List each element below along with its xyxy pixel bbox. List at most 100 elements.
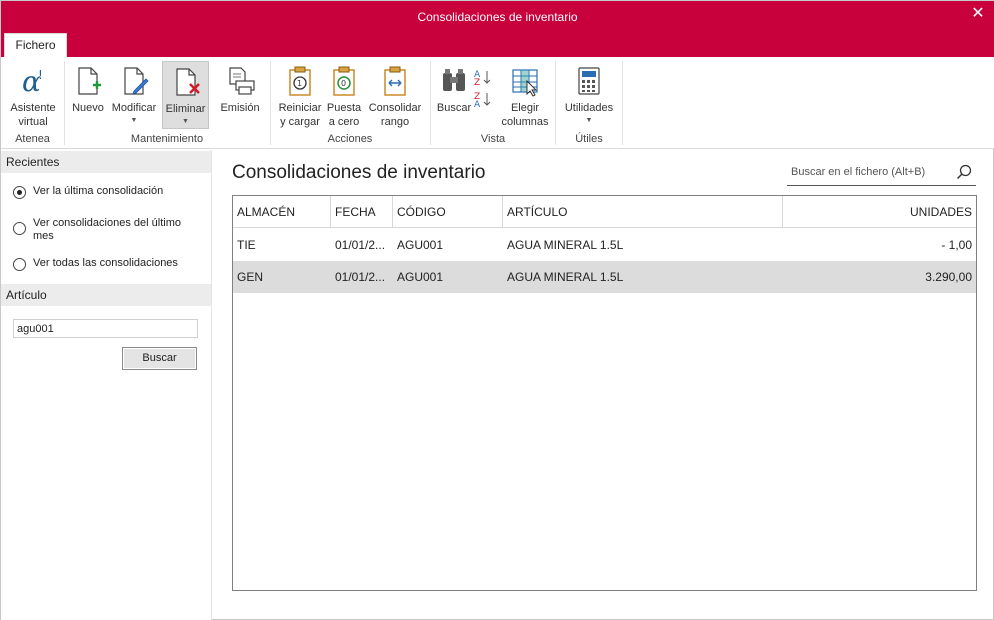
column-header-codigo[interactable]: CÓDIGO: [393, 196, 503, 228]
buscar-ribbon-label: Buscar: [436, 102, 472, 114]
emision-button[interactable]: Emisión: [217, 61, 263, 129]
clipboard-range-icon: [384, 66, 406, 96]
utilidades-button[interactable]: Utilidades ▼: [560, 61, 618, 129]
puesta-label-1: Puesta: [326, 102, 362, 114]
recientes-header: Recientes: [1, 151, 211, 173]
reiniciar-label-2: y cargar: [280, 116, 320, 128]
table-row[interactable]: GEN 01/01/2... AGU001 AGUA MINERAL 1.5L …: [233, 261, 976, 293]
ribbon-group-vista: Buscar A Z Z A Elegir columnas Vista: [431, 59, 555, 147]
table-row[interactable]: TIE 01/01/2... AGU001 AGUA MINERAL 1.5L …: [233, 229, 976, 261]
ribbon-group-mantenimiento: Nuevo Modificar ▼ Eliminar ▼ Emisión Man…: [65, 59, 269, 147]
eliminar-label: Eliminar: [165, 103, 206, 115]
asistente-virtual-button[interactable]: α ! Asistente virtual: [5, 61, 61, 129]
calculator-icon: [578, 67, 600, 95]
search-input[interactable]: [791, 164, 941, 180]
svg-text:1: 1: [297, 79, 302, 88]
elegir-label-2: columnas: [501, 116, 549, 128]
cell-almacen: TIE: [237, 238, 256, 252]
ribbon-group-acciones: 1 Reiniciar y cargar 0 Puesta a cero Con…: [271, 59, 429, 147]
printer-icon: [229, 67, 255, 95]
clipboard-reset-icon: 0: [333, 66, 355, 96]
page-title: Consolidaciones de inventario: [232, 162, 486, 183]
utilidades-label: Utilidades: [564, 102, 614, 114]
columns-icon: [512, 69, 538, 97]
ribbon: α ! Asistente virtual Atenea Nuevo Modif…: [1, 57, 994, 149]
window-title: Consolidaciones de inventario: [417, 10, 578, 24]
search-icon[interactable]: [956, 164, 972, 180]
radio-button[interactable]: [13, 258, 26, 271]
group-label-atenea: Atenea: [15, 133, 50, 145]
consolidar-label-1: Consolidar: [368, 102, 422, 114]
group-label-utiles: Útiles: [575, 133, 603, 145]
main-content: Consolidaciones de inventario ALMACÉN FE…: [213, 150, 994, 620]
eliminar-button[interactable]: Eliminar ▼: [162, 61, 209, 129]
consolidar-rango-button[interactable]: Consolidar rango: [365, 61, 425, 129]
ribbon-tabs: Fichero: [1, 33, 994, 57]
column-header-fecha[interactable]: FECHA: [331, 196, 393, 228]
radio-button[interactable]: [13, 222, 26, 235]
buscar-button[interactable]: Buscar: [122, 347, 197, 370]
close-icon[interactable]: ✕: [970, 6, 986, 22]
edit-document-icon: [124, 67, 149, 95]
puesta-label-2: a cero: [328, 116, 360, 128]
chevron-down-icon: ▼: [585, 117, 593, 124]
reiniciar-label-1: Reiniciar: [278, 102, 322, 114]
buscar-ribbon-button[interactable]: Buscar: [435, 61, 473, 129]
cell-articulo: AGUA MINERAL 1.5L: [507, 270, 624, 284]
ribbon-group-utiles: Utilidades ▼ Útiles: [556, 59, 622, 147]
emision-label: Emisión: [220, 102, 260, 114]
data-grid[interactable]: ALMACÉN FECHA CÓDIGO ARTÍCULO UNIDADES T…: [232, 195, 977, 591]
grid-header: ALMACÉN FECHA CÓDIGO ARTÍCULO UNIDADES: [233, 196, 976, 228]
consolidar-label-2: rango: [380, 116, 410, 128]
cell-almacen: GEN: [237, 270, 264, 284]
nuevo-button[interactable]: Nuevo: [69, 61, 107, 129]
filter-panel: Recientes Ver la última consolidación Ve…: [1, 150, 212, 620]
svg-text:!: !: [38, 68, 43, 82]
cell-fecha: 01/01/2...: [335, 238, 386, 252]
option-label: Ver la última consolidación: [33, 185, 164, 197]
ribbon-group-atenea: α ! Asistente virtual Atenea: [1, 59, 64, 147]
cell-fecha: 01/01/2...: [335, 270, 386, 284]
column-header-articulo[interactable]: ARTÍCULO: [503, 196, 783, 228]
cell-unidades: - 1,00: [941, 238, 972, 252]
app-window: Consolidaciones de inventario ✕ Fichero …: [0, 0, 994, 620]
title-bar: Consolidaciones de inventario ✕: [1, 1, 994, 33]
search-box[interactable]: [787, 159, 976, 186]
reiniciar-cargar-button[interactable]: 1 Reiniciar y cargar: [274, 61, 326, 129]
option-label: Ver todas las consolidaciones: [33, 257, 178, 269]
cell-unidades: 3.290,00: [925, 270, 972, 284]
chevron-down-icon: ▼: [130, 117, 138, 124]
svg-text:A: A: [474, 100, 481, 109]
cell-articulo: AGUA MINERAL 1.5L: [507, 238, 624, 252]
ribbon-separator: [622, 61, 623, 145]
new-document-icon: [78, 67, 101, 95]
column-header-almacen[interactable]: ALMACÉN: [233, 196, 331, 228]
asistente-label-2: virtual: [18, 116, 48, 128]
group-label-vista: Vista: [480, 133, 506, 145]
radio-button[interactable]: [13, 186, 26, 199]
modificar-button[interactable]: Modificar ▼: [109, 61, 159, 129]
nuevo-label: Nuevo: [72, 102, 104, 114]
group-label-acciones: Acciones: [327, 133, 373, 145]
column-header-unidades[interactable]: UNIDADES: [783, 196, 976, 228]
option-label: Ver consolidaciones del último mes: [33, 217, 181, 242]
sort-az-icon: A Z Z A: [474, 70, 491, 110]
svg-text:Z: Z: [474, 78, 480, 88]
svg-text:0: 0: [341, 79, 346, 88]
binoculars-icon: [443, 69, 465, 91]
sort-buttons[interactable]: A Z Z A: [473, 61, 493, 110]
asistente-label-1: Asistente: [10, 102, 56, 114]
group-label-mantenimiento: Mantenimiento: [130, 133, 204, 145]
elegir-label-1: Elegir: [510, 102, 540, 114]
modificar-label: Modificar: [111, 102, 157, 114]
chevron-down-icon: ▼: [182, 118, 189, 125]
cell-codigo: AGU001: [397, 270, 444, 284]
puesta-cero-button[interactable]: 0 Puesta a cero: [326, 61, 362, 129]
articulo-input[interactable]: [13, 319, 198, 338]
delete-document-icon: [175, 68, 200, 96]
elegir-columnas-button[interactable]: Elegir columnas: [499, 61, 551, 129]
clipboard-reload-icon: 1: [289, 66, 311, 96]
articulo-header: Artículo: [1, 284, 211, 306]
tab-fichero[interactable]: Fichero: [4, 33, 67, 57]
cell-codigo: AGU001: [397, 238, 444, 252]
